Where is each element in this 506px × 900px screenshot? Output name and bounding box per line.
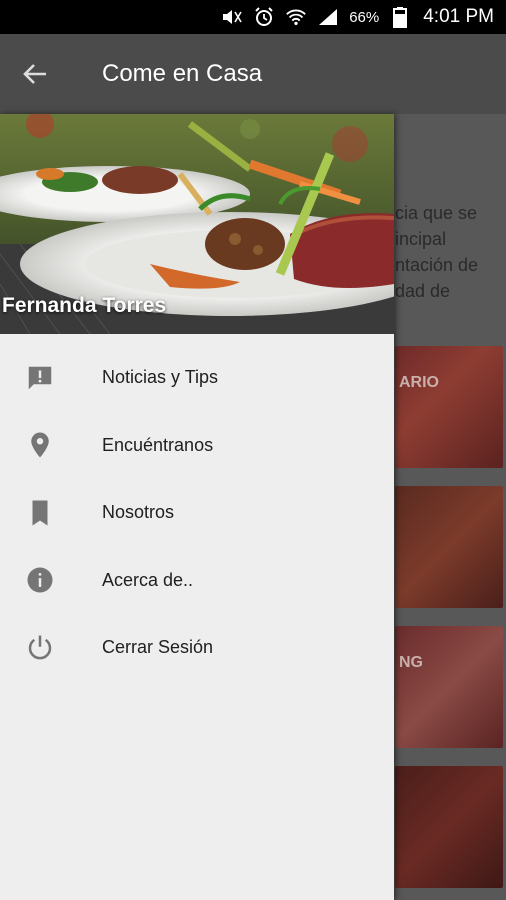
bookmark-icon <box>0 498 80 528</box>
menu-item-label: Encuéntranos <box>102 434 214 455</box>
background-card <box>395 766 503 888</box>
power-icon <box>0 633 80 663</box>
menu-item-label: Cerrar Sesión <box>102 637 214 658</box>
menu-item-nosotros[interactable]: Nosotros <box>0 479 394 547</box>
background-paragraph: cia que se incipal ntación de dad de <box>395 203 479 301</box>
app-bar: Come en Casa <box>0 34 506 114</box>
background-card: ARIO <box>395 346 503 468</box>
battery-percent: 66% <box>349 8 380 26</box>
navigation-drawer: Fernanda Torres Noticias y Tips Encuéntr… <box>0 114 394 900</box>
background-card <box>395 486 503 608</box>
background-card: NG <box>395 626 503 748</box>
drawer-menu: Noticias y Tips Encuéntranos Nosotros Ac… <box>0 334 394 682</box>
app-title: Come en Casa <box>102 60 263 87</box>
wifi-icon <box>285 6 307 28</box>
menu-item-label: Noticias y Tips <box>102 367 219 388</box>
clock: 4:01 PM <box>423 6 494 27</box>
status-bar: 66% 4:01 PM <box>0 0 506 34</box>
arrow-back-icon[interactable] <box>0 34 70 114</box>
battery-icon <box>389 6 411 28</box>
info-icon <box>0 565 80 595</box>
menu-item-noticias[interactable]: Noticias y Tips <box>0 344 394 412</box>
alarm-icon <box>253 6 275 28</box>
menu-item-cerrar-sesion[interactable]: Cerrar Sesión <box>0 614 394 682</box>
signal-icon <box>317 6 339 28</box>
user-name: Fernanda Torres <box>2 294 167 317</box>
menu-item-label: Nosotros <box>102 502 175 523</box>
mute-icon <box>221 6 243 28</box>
feedback-icon <box>0 363 80 393</box>
menu-item-encuentranos[interactable]: Encuéntranos <box>0 412 394 480</box>
location-pin-icon <box>0 430 80 460</box>
menu-item-label: Acerca de.. <box>102 569 194 590</box>
menu-item-acerca[interactable]: Acerca de.. <box>0 547 394 615</box>
drawer-header: Fernanda Torres <box>0 114 394 334</box>
